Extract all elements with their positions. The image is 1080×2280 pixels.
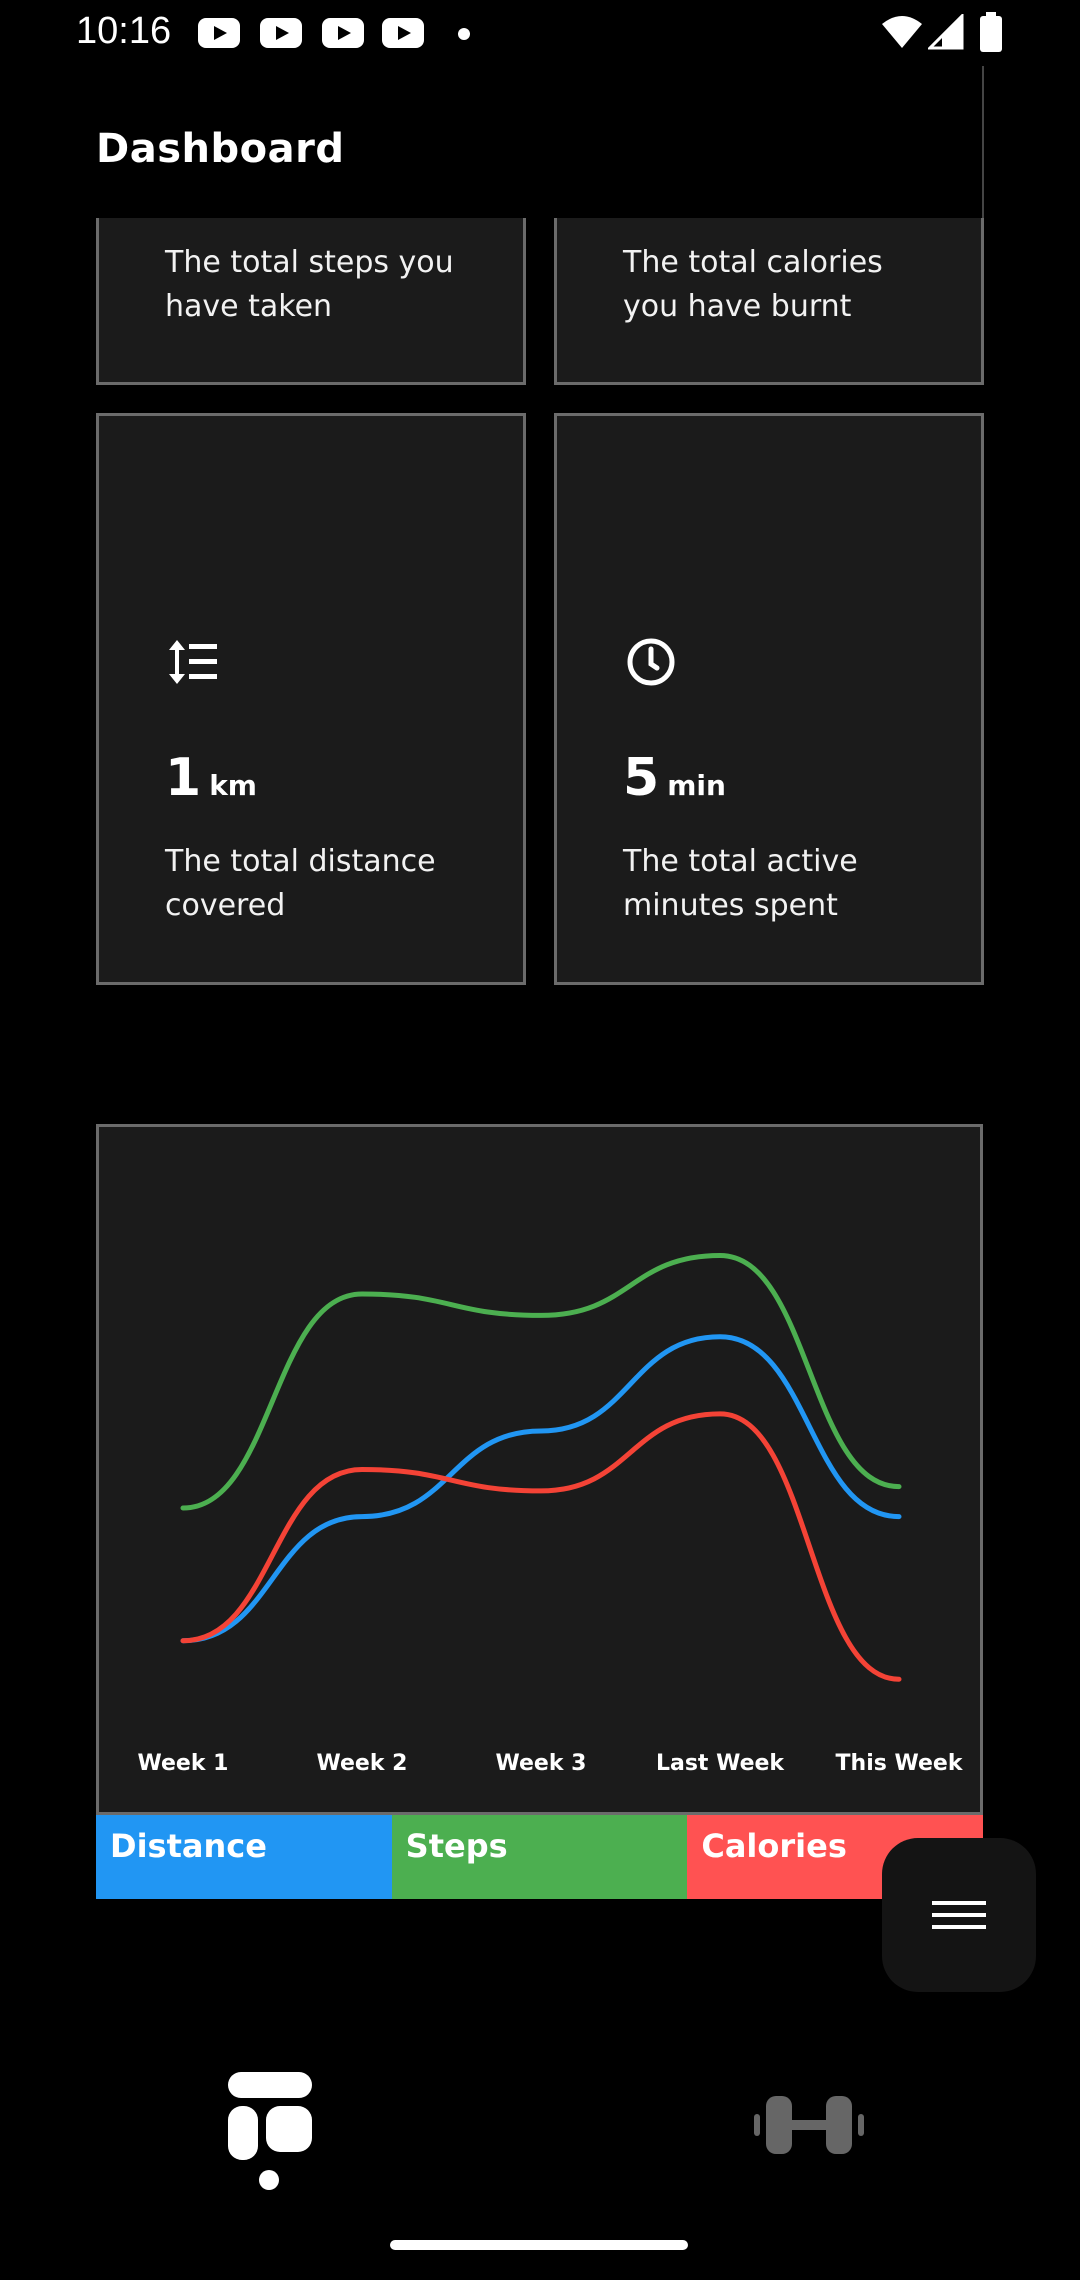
battery-icon — [980, 12, 1002, 52]
status-bar: 10:16 — [0, 0, 1080, 66]
distance-card[interactable]: 1 km The total distance covered — [96, 413, 526, 985]
line-chart: Week 1 Week 2 Week 3 Last Week This Week — [138, 1252, 964, 1776]
series-line-calories — [180, 1411, 902, 1682]
sort-list-icon — [169, 640, 217, 684]
youtube-icon — [198, 18, 240, 48]
active-minutes-value: 5 min — [623, 748, 726, 808]
youtube-icon — [322, 18, 364, 48]
dumbbell-icon[interactable] — [754, 2090, 864, 2160]
x-tick-label: Week 1 — [138, 1751, 229, 1776]
page-title: Dashboard — [96, 126, 345, 172]
dot-icon — [458, 28, 470, 40]
status-time: 10:16 — [76, 10, 172, 52]
bottom-navigation — [0, 2030, 1080, 2230]
youtube-icon — [260, 18, 302, 48]
distance-unit: km — [209, 769, 257, 802]
youtube-icon — [382, 18, 424, 48]
active-minutes-number: 5 — [623, 748, 660, 808]
chart-legend: Distance Steps Calories — [96, 1815, 984, 1899]
clock-icon — [627, 638, 675, 686]
active-minutes-card[interactable]: 5 min The total active minutes spent — [554, 413, 984, 985]
app-header: Dashboard — [66, 66, 984, 218]
weekly-chart: Week 1 Week 2 Week 3 Last Week This Week — [96, 1124, 983, 1815]
active-minutes-description: The total active minutes spent — [623, 844, 858, 923]
legend-steps[interactable]: Steps — [391, 1815, 688, 1899]
legend-distance[interactable]: Distance — [96, 1815, 392, 1899]
x-tick-label: This Week — [836, 1751, 964, 1776]
active-minutes-unit: min — [667, 769, 726, 802]
distance-value: 1 km — [165, 748, 257, 808]
calories-description: The total calories you have burnt — [623, 245, 883, 324]
steps-card[interactable]: The total steps you have taken — [96, 212, 526, 385]
steps-description: The total steps you have taken — [165, 245, 454, 324]
home-indicator — [390, 2240, 688, 2250]
distance-number: 1 — [165, 748, 202, 808]
nav-selected-indicator — [259, 2170, 279, 2190]
distance-description: The total distance covered — [165, 844, 436, 923]
calories-card[interactable]: The total calories you have burnt — [554, 212, 984, 385]
signal-icon — [928, 14, 964, 50]
x-tick-label: Week 3 — [496, 1751, 587, 1776]
menu-icon — [932, 1901, 986, 1929]
wifi-icon — [882, 16, 922, 48]
series-line-steps — [180, 1252, 902, 1511]
x-tick-label: Last Week — [656, 1751, 785, 1776]
x-tick-label: Week 2 — [317, 1751, 408, 1776]
dashboard-icon[interactable] — [218, 2070, 322, 2160]
menu-button[interactable] — [882, 1838, 1036, 1992]
